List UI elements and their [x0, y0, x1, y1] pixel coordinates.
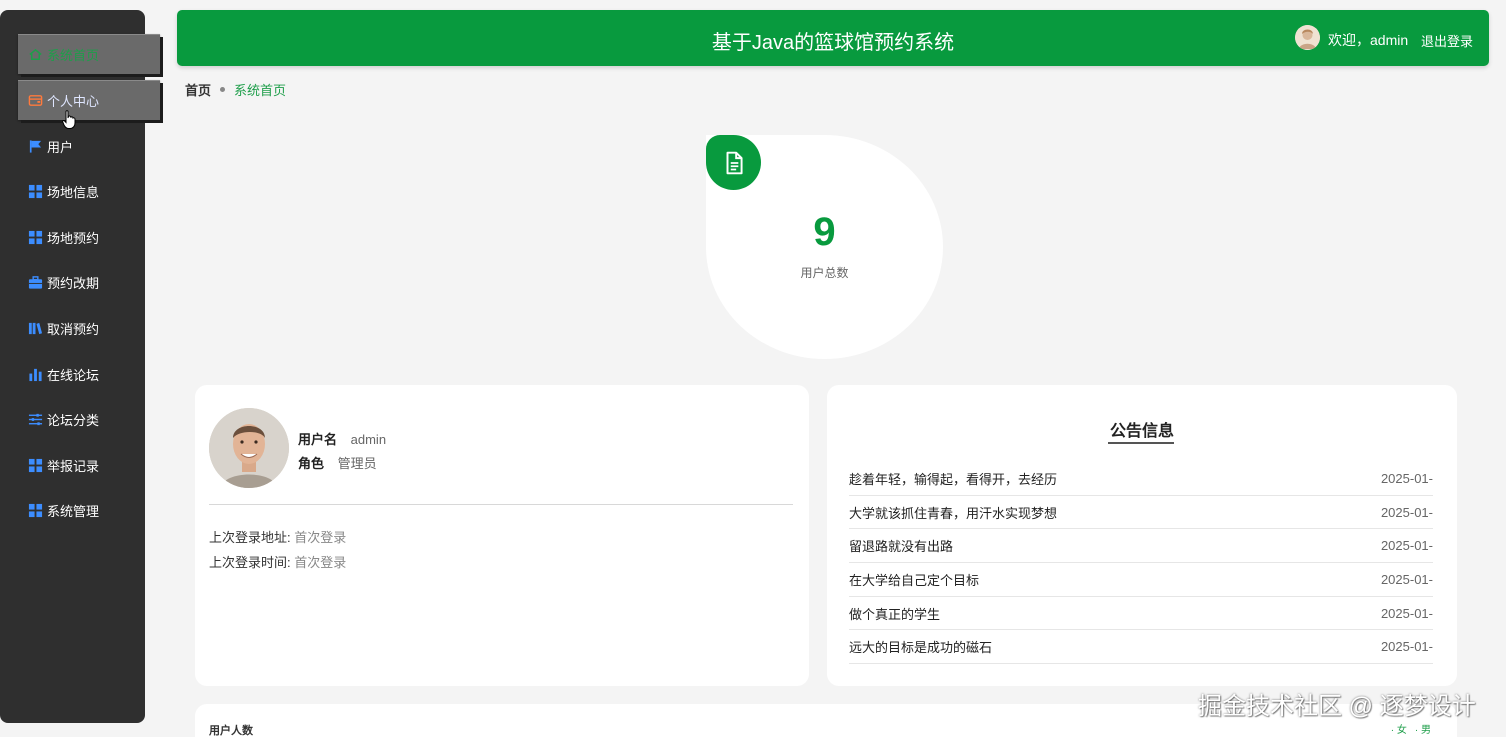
sidebar-item-label: 预约改期 — [47, 275, 100, 291]
breadcrumb-separator — [220, 87, 226, 92]
sidebar-item-label: 系统管理 — [47, 503, 100, 519]
user-count-value: 9 — [813, 210, 836, 254]
last-login-time-value: 首次登录 — [294, 555, 347, 570]
sidebar-item-label: 在线论坛 — [47, 367, 100, 383]
sidebar-item-system-admin[interactable]: 系统管理 — [18, 490, 160, 530]
sidebar-item-reports[interactable]: 举报记录 — [18, 445, 160, 485]
welcome-text: 欢迎，admin — [1328, 32, 1409, 48]
notice-item-date: 2025-01- — [1380, 538, 1433, 554]
watermark: 掘金技术社区 @ 逐梦设计 — [1198, 693, 1476, 720]
sidebar-item-personal-center[interactable]: 个人中心 — [18, 80, 160, 120]
sidebar-item-label: 取消预约 — [47, 321, 100, 337]
last-login-address-value: 首次登录 — [294, 530, 347, 545]
avatar — [209, 408, 289, 488]
notice-card: 公告信息 趁着年轻，输得起，看得开，去经历 2025-01- 大学就该抓住青春，… — [827, 385, 1457, 686]
sidebar-item-label: 个人中心 — [47, 94, 100, 109]
profile-card: 用户名 admin 角色 管理员 上次登录地址: 首次登录 上次登录时间: 首次… — [195, 385, 809, 686]
sidebar-item-label: 系统首页 — [47, 48, 100, 63]
sidebar-item-reschedule[interactable]: 预约改期 — [18, 262, 160, 302]
sidebar-item-label: 场地预约 — [47, 230, 100, 246]
last-login-address-row: 上次登录地址: 首次登录 — [209, 527, 346, 546]
hand-cursor-icon — [62, 110, 76, 129]
sidebar-item-venue-info[interactable]: 场地信息 — [18, 171, 160, 211]
notice-item-date: 2025-01- — [1380, 504, 1433, 520]
breadcrumb-current: 系统首页 — [234, 83, 287, 98]
logout-button[interactable]: 退出登录 — [1421, 31, 1473, 50]
legend-label: 男 — [1421, 725, 1431, 736]
document-icon — [706, 135, 761, 190]
role-label: 角色 — [298, 456, 325, 471]
sidebar-item-home[interactable]: 系统首页 — [18, 34, 160, 74]
grid-icon — [28, 458, 43, 473]
notice-item-title: 在大学给自己定个目标 — [849, 572, 980, 588]
sidebar-item-label: 用户 — [47, 139, 74, 155]
sidebar-item-cancel-booking[interactable]: 取消预约 — [18, 308, 160, 348]
last-login-time-row: 上次登录时间: 首次登录 — [209, 552, 346, 571]
notice-item[interactable]: 大学就该抓住青春，用汗水实现梦想 2025-01- — [849, 496, 1433, 530]
legend-item-female[interactable]: · 女 — [1391, 721, 1407, 736]
top-header: 基于Java的篮球馆预约系统 欢迎，admin 退出登录 — [177, 10, 1489, 66]
sidebar-item-venue-booking[interactable]: 场地预约 — [18, 217, 160, 257]
chart-legend: · 女 · 男 — [1391, 721, 1431, 736]
notice-item-title: 做个真正的学生 — [849, 606, 941, 622]
system-title: 基于Java的篮球馆预约系统 — [711, 32, 955, 54]
notice-title: 公告信息 — [1109, 423, 1174, 440]
role-row: 角色 管理员 — [298, 453, 377, 472]
notice-item-date: 2025-01- — [1380, 571, 1433, 587]
notice-item-title: 留退路就没有出路 — [849, 539, 954, 555]
chart-title: 用户人数 — [209, 725, 253, 737]
wallet-icon — [28, 93, 43, 108]
notice-list: 趁着年轻，输得起，看得开，去经历 2025-01- 大学就该抓住青春，用汗水实现… — [849, 462, 1433, 665]
username-row: 用户名 admin — [298, 429, 386, 448]
sidebar-item-label: 论坛分类 — [47, 412, 100, 428]
sidebar-item-label: 场地信息 — [47, 184, 100, 200]
divider — [209, 504, 793, 505]
role-value: 管理员 — [337, 456, 377, 471]
notice-item[interactable]: 远大的目标是成功的磁石 2025-01- — [849, 630, 1433, 665]
notice-item-title: 大学就该抓住青春，用汗水实现梦想 — [849, 505, 1058, 521]
library-icon — [28, 321, 43, 336]
grid-icon — [28, 184, 43, 199]
notice-title-underline — [1108, 442, 1174, 444]
grid-icon — [28, 230, 43, 245]
notice-item-date: 2025-01- — [1380, 605, 1433, 621]
breadcrumb-home[interactable]: 首页 — [185, 80, 211, 99]
notice-item[interactable]: 留退路就没有出路 2025-01- — [849, 529, 1433, 564]
breadcrumb: 首页 系统首页 — [185, 80, 286, 99]
sidebar-item-forum[interactable]: 在线论坛 — [18, 354, 160, 394]
sidebar-item-users[interactable]: 用户 — [18, 126, 160, 166]
sliders-icon — [28, 412, 43, 427]
sidebar-item-forum-category[interactable]: 论坛分类 — [18, 399, 160, 439]
notice-item-title: 远大的目标是成功的磁石 — [849, 640, 993, 656]
notice-item[interactable]: 在大学给自己定个目标 2025-01- — [849, 563, 1433, 597]
sidebar-item-label: 举报记录 — [47, 458, 100, 474]
briefcase-icon — [28, 275, 43, 290]
notice-item-title: 趁着年轻，输得起，看得开，去经历 — [849, 471, 1058, 487]
notice-item-date: 2025-01- — [1380, 470, 1433, 486]
home-icon — [28, 47, 43, 62]
user-avatar-small[interactable] — [1295, 25, 1320, 50]
last-login-time-label: 上次登录时间: — [209, 555, 291, 570]
username-value: admin — [350, 432, 387, 447]
grid-icon — [28, 503, 43, 518]
user-count-label: 用户总数 — [800, 266, 849, 280]
username-label: 用户名 — [298, 432, 338, 447]
bar-chart-icon — [28, 367, 43, 382]
flag-icon — [28, 139, 43, 154]
notice-item-date: 2025-01- — [1380, 639, 1433, 655]
last-login-address-label: 上次登录地址: — [209, 530, 291, 545]
legend-item-male[interactable]: · 男 — [1415, 721, 1431, 736]
notice-item[interactable]: 趁着年轻，输得起，看得开，去经历 2025-01- — [849, 462, 1433, 496]
notice-item[interactable]: 做个真正的学生 2025-01- — [849, 597, 1433, 631]
legend-label: 女 — [1396, 725, 1407, 736]
